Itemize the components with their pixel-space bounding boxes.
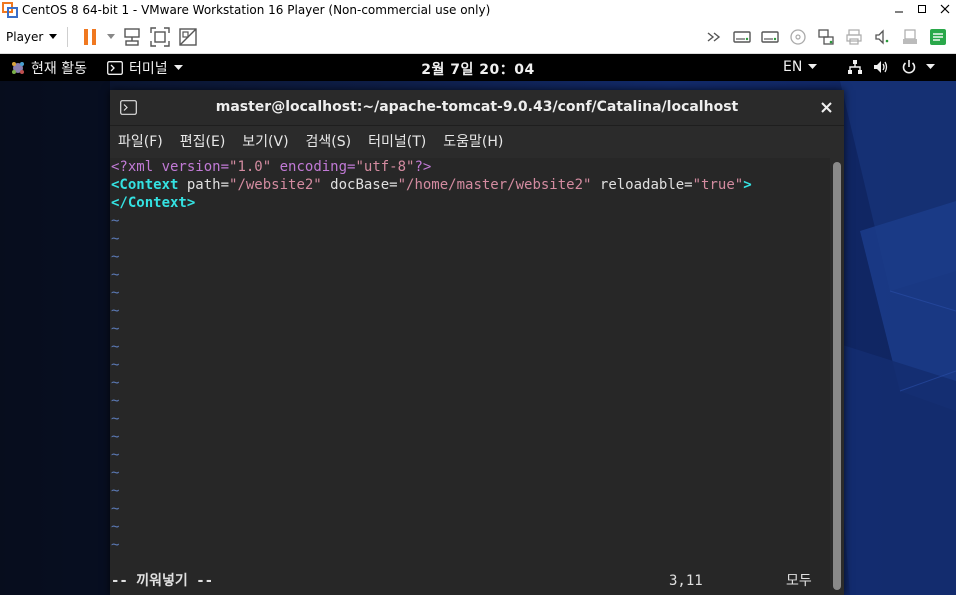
empty-line-marker: ~ (111, 483, 120, 499)
input-source-label: EN (783, 59, 803, 75)
message-log-button[interactable] (928, 27, 948, 47)
empty-line-marker: ~ (111, 249, 120, 265)
menu-edit[interactable]: 편집(E) (180, 131, 226, 151)
usb-device-button[interactable] (900, 27, 920, 47)
vmware-app-icon (2, 2, 18, 18)
empty-line-marker: ~ (111, 285, 120, 301)
editor-line-1: <?xml version="1.0" encoding="utf-8"?> (111, 159, 432, 175)
menu-view[interactable]: 보기(V) (242, 131, 288, 151)
hard-disk-2-button[interactable] (760, 27, 780, 47)
pause-icon (84, 28, 97, 45)
empty-line-marker: ~ (111, 339, 120, 355)
empty-line-marker: ~ (111, 537, 120, 553)
cursor-position: 3,11 (669, 573, 703, 589)
player-menu-button[interactable]: Player (6, 29, 58, 44)
editor-line-2: <Context path="/website2" docBase="/home… (111, 177, 752, 193)
vmware-toolbar: Player (0, 20, 956, 54)
more-devices-button[interactable] (704, 27, 724, 47)
fullscreen-button[interactable] (150, 26, 171, 47)
empty-line-marker: ~ (111, 465, 120, 481)
power-icon (902, 60, 916, 74)
printer-button[interactable] (844, 27, 864, 47)
vmware-title-bar: CentOS 8 64-bit 1 - VMware Workstation 1… (0, 0, 956, 20)
empty-line-marker: ~ (111, 519, 120, 535)
unity-icon (179, 27, 198, 46)
usb-device-icon (903, 29, 917, 44)
close-icon (821, 102, 832, 113)
terminal-close-button[interactable] (821, 101, 832, 117)
chevron-down-icon (926, 64, 935, 69)
cd-drive-button[interactable] (788, 27, 808, 47)
network-send-icon (124, 27, 141, 46)
volume-icon (874, 61, 888, 73)
empty-line-marker: ~ (111, 303, 120, 319)
empty-line-marker: ~ (111, 213, 120, 229)
menu-search[interactable]: 검색(S) (306, 131, 352, 151)
unity-button[interactable] (178, 27, 198, 47)
cd-icon (790, 29, 806, 45)
chevron-down-icon (49, 33, 58, 39)
gnome-top-bar: 현재 활동 터미널 2월 7일 20：04 EN (0, 54, 956, 81)
vim-mode-indicator: -- 끼워넣기 -- (111, 573, 214, 589)
chevron-down-icon (107, 33, 116, 39)
empty-line-marker: ~ (111, 321, 120, 337)
speaker-icon (875, 29, 889, 45)
terminal-text-area[interactable]: <?xml version="1.0" encoding="utf-8"?> <… (110, 158, 830, 595)
hard-disk-icon (761, 31, 779, 43)
toolbar-divider (67, 26, 69, 47)
maximize-button[interactable] (910, 3, 933, 17)
vim-status-line: -- 끼워넣기 -- 3,11 모두 (110, 572, 830, 590)
printer-icon (846, 29, 862, 45)
empty-line-marker: ~ (111, 447, 120, 463)
network-adapter-button[interactable] (816, 27, 836, 47)
menu-file[interactable]: 파일(F) (118, 131, 163, 151)
chevron-down-icon (808, 64, 818, 69)
terminal-window: master@localhost:~/apache-tomcat-9.0.43/… (110, 90, 844, 595)
empty-line-marker: ~ (111, 429, 120, 445)
terminal-header-bar[interactable]: master@localhost:~/apache-tomcat-9.0.43/… (110, 90, 844, 126)
terminal-scrollbar[interactable] (833, 162, 841, 590)
hard-disk-icon (733, 31, 751, 43)
message-log-icon (930, 29, 946, 45)
editor-line-3: </Context> (111, 195, 196, 211)
empty-line-marker: ~ (111, 501, 120, 517)
network-wired-icon (848, 60, 862, 74)
empty-line-marker: ~ (111, 357, 120, 373)
hard-disk-1-button[interactable] (732, 27, 752, 47)
device-icons (700, 20, 952, 54)
pause-button[interactable] (80, 27, 100, 47)
empty-line-marker: ~ (111, 267, 120, 283)
empty-line-marker: ~ (111, 393, 120, 409)
empty-line-marker: ~ (111, 411, 120, 427)
window-title: CentOS 8 64-bit 1 - VMware Workstation 1… (22, 3, 491, 17)
sound-card-button[interactable] (872, 27, 892, 47)
double-chevron-right-icon (707, 32, 721, 42)
system-menu-button[interactable] (847, 59, 935, 75)
fullscreen-icon (150, 26, 171, 47)
empty-line-marker: ~ (111, 231, 120, 247)
close-window-button[interactable] (933, 3, 956, 17)
menu-terminal[interactable]: 터미널(T) (368, 131, 426, 151)
empty-line-marker: ~ (111, 375, 120, 391)
terminal-title: master@localhost:~/apache-tomcat-9.0.43/… (215, 99, 739, 115)
send-ctrl-alt-del-button[interactable] (122, 27, 142, 47)
scroll-position: 모두 (786, 573, 812, 589)
terminal-menu-bar: 파일(F) 편집(E) 보기(V) 검색(S) 터미널(T) 도움말(H) (110, 126, 844, 156)
pause-dropdown-button[interactable] (106, 27, 116, 47)
menu-help[interactable]: 도움말(H) (443, 131, 503, 151)
network-icon (818, 29, 834, 45)
player-menu-label: Player (6, 29, 44, 44)
minimize-button[interactable] (887, 3, 910, 17)
input-source-button[interactable]: EN (783, 59, 818, 75)
